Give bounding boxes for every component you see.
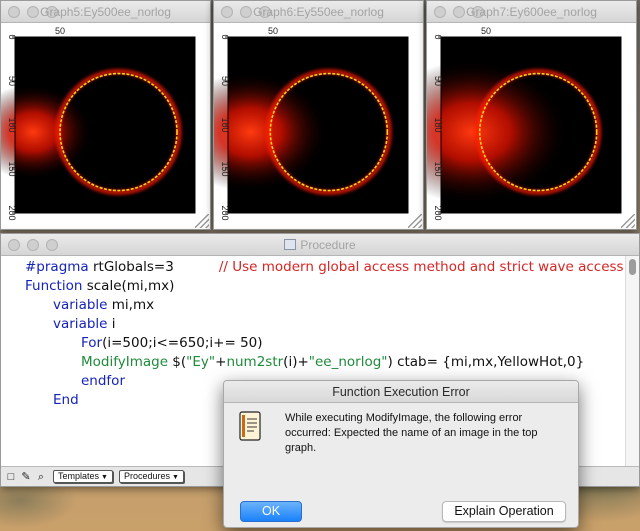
- warning-note-icon: [239, 411, 261, 441]
- left-axis-tick-label: 150: [220, 161, 230, 176]
- top-axis-tick-label: 50: [481, 26, 491, 36]
- plot-area[interactable]: 50 0 50 100 150 200: [214, 23, 423, 229]
- image-plot-graph7: 50 0 50 100 150 200: [427, 26, 622, 221]
- left-axis-tick-label: 200: [433, 205, 443, 220]
- code-keyword: #pragma: [25, 259, 89, 275]
- code-text: i: [107, 316, 116, 332]
- triangle-down-icon: ▼: [101, 474, 108, 481]
- templates-label: Templates: [58, 471, 100, 481]
- procedures-label: Procedures: [123, 471, 170, 481]
- code-keyword: endfor: [81, 373, 125, 389]
- templates-popup[interactable]: Templates ▼: [53, 470, 113, 483]
- code-keyword: End: [53, 392, 79, 408]
- error-message: While executing ModifyImage, the followi…: [285, 412, 538, 454]
- left-axis-tick-label: 0: [433, 34, 443, 39]
- left-axis-tick-label: 100: [220, 117, 230, 132]
- plot-area[interactable]: 50 0 50 100 150 200: [427, 23, 636, 229]
- left-axis-tick-label: 0: [220, 34, 230, 39]
- window-title: Graph6:Ey550ee_norlog: [253, 5, 384, 19]
- explain-operation-button[interactable]: Explain Operation: [442, 501, 566, 522]
- code-line: #pragma rtGlobals=3 // Use modern global …: [25, 258, 625, 277]
- resize-handle[interactable]: [195, 214, 209, 228]
- image-plot-graph5: 50 0 50 100 150 200: [1, 26, 196, 221]
- code-keyword: variable: [53, 297, 108, 313]
- procedures-popup[interactable]: Procedures ▼: [118, 470, 184, 483]
- resize-handle[interactable]: [408, 214, 422, 228]
- titlebar[interactable]: Graph5:Ey500ee_norlog: [1, 1, 210, 23]
- image-plot-graph6: 50 0 50 100 150 200: [214, 26, 409, 221]
- code-text: (i)+: [283, 354, 309, 370]
- code-keyword: Function: [25, 278, 83, 294]
- graph6-window[interactable]: Graph6:Ey550ee_norlog 50 0 50 100 150 200: [213, 0, 424, 230]
- function-execution-error-dialog[interactable]: Function Execution Error While executing…: [223, 380, 579, 528]
- code-string: "ee_norlog": [308, 354, 388, 370]
- scroll-thumb[interactable]: [629, 259, 636, 275]
- resize-handle[interactable]: [621, 214, 635, 228]
- vertical-scrollbar[interactable]: [625, 256, 639, 466]
- window-title: Graph5:Ey500ee_norlog: [40, 5, 171, 19]
- ok-button[interactable]: OK: [240, 501, 302, 522]
- code-text: rtGlobals=3: [88, 259, 174, 275]
- code-comment: // Use modern global access method and s…: [218, 259, 625, 275]
- left-axis-tick-label: 50: [433, 76, 443, 86]
- left-axis-tick-label: 150: [433, 161, 443, 176]
- document-icon[interactable]: □: [5, 471, 17, 483]
- code-text: +: [215, 354, 227, 370]
- titlebar[interactable]: Graph6:Ey550ee_norlog: [214, 1, 423, 23]
- left-axis-tick-label: 100: [7, 117, 17, 132]
- left-axis-tick-label: 50: [7, 76, 17, 86]
- plot-area[interactable]: 50 0 50 100 150 200: [1, 23, 210, 229]
- dialog-title: Function Execution Error: [224, 381, 578, 403]
- magnifier-icon[interactable]: ⌕: [35, 471, 47, 483]
- left-axis-tick-label: 150: [7, 161, 17, 176]
- top-axis-tick-label: 50: [55, 26, 65, 36]
- code-text: scale(mi,mx): [82, 278, 175, 294]
- left-axis-tick-label: 100: [433, 117, 443, 132]
- triangle-down-icon: ▼: [172, 474, 179, 481]
- code-keyword: For: [81, 335, 103, 351]
- code-text: (i=500;i<=650;i+= 50): [102, 335, 263, 351]
- titlebar[interactable]: Graph7:Ey600ee_norlog: [427, 1, 636, 23]
- code-line: ModifyImage $("Ey"+num2str(i)+"ee_norlog…: [25, 353, 625, 372]
- window-title: Graph7:Ey600ee_norlog: [466, 5, 597, 19]
- left-axis-tick-label: 50: [220, 76, 230, 86]
- graph5-window[interactable]: Graph5:Ey500ee_norlog 50 0 50 100 150 200: [0, 0, 211, 230]
- code-keyword: variable: [53, 316, 108, 332]
- code-function: num2str: [226, 354, 284, 370]
- left-axis-tick-label: 0: [7, 34, 17, 39]
- code-line: Function scale(mi,mx): [25, 277, 625, 296]
- left-axis-tick-label: 200: [220, 205, 230, 220]
- code-line: For(i=500;i<=650;i+= 50): [25, 334, 625, 353]
- procedure-title: Procedure: [300, 238, 356, 252]
- code-line: variable i: [25, 315, 625, 334]
- left-axis-tick-label: 200: [7, 205, 17, 220]
- code-string: "Ey": [186, 354, 216, 370]
- code-line: variable mi,mx: [25, 296, 625, 315]
- titlebar[interactable]: Procedure: [1, 234, 639, 256]
- window-title: Procedure: [1, 238, 639, 252]
- top-axis-tick-label: 50: [268, 26, 278, 36]
- code-function: ModifyImage: [81, 354, 169, 370]
- code-text: ) ctab= {mi,mx,YellowHot,0}: [387, 354, 585, 370]
- pencil-icon[interactable]: ✎: [20, 471, 32, 483]
- code-text: $(: [168, 354, 187, 370]
- procedure-document-icon: [284, 239, 297, 250]
- graph7-window[interactable]: Graph7:Ey600ee_norlog 50 0 50 100 150 200: [426, 0, 637, 230]
- code-text: mi,mx: [107, 297, 155, 313]
